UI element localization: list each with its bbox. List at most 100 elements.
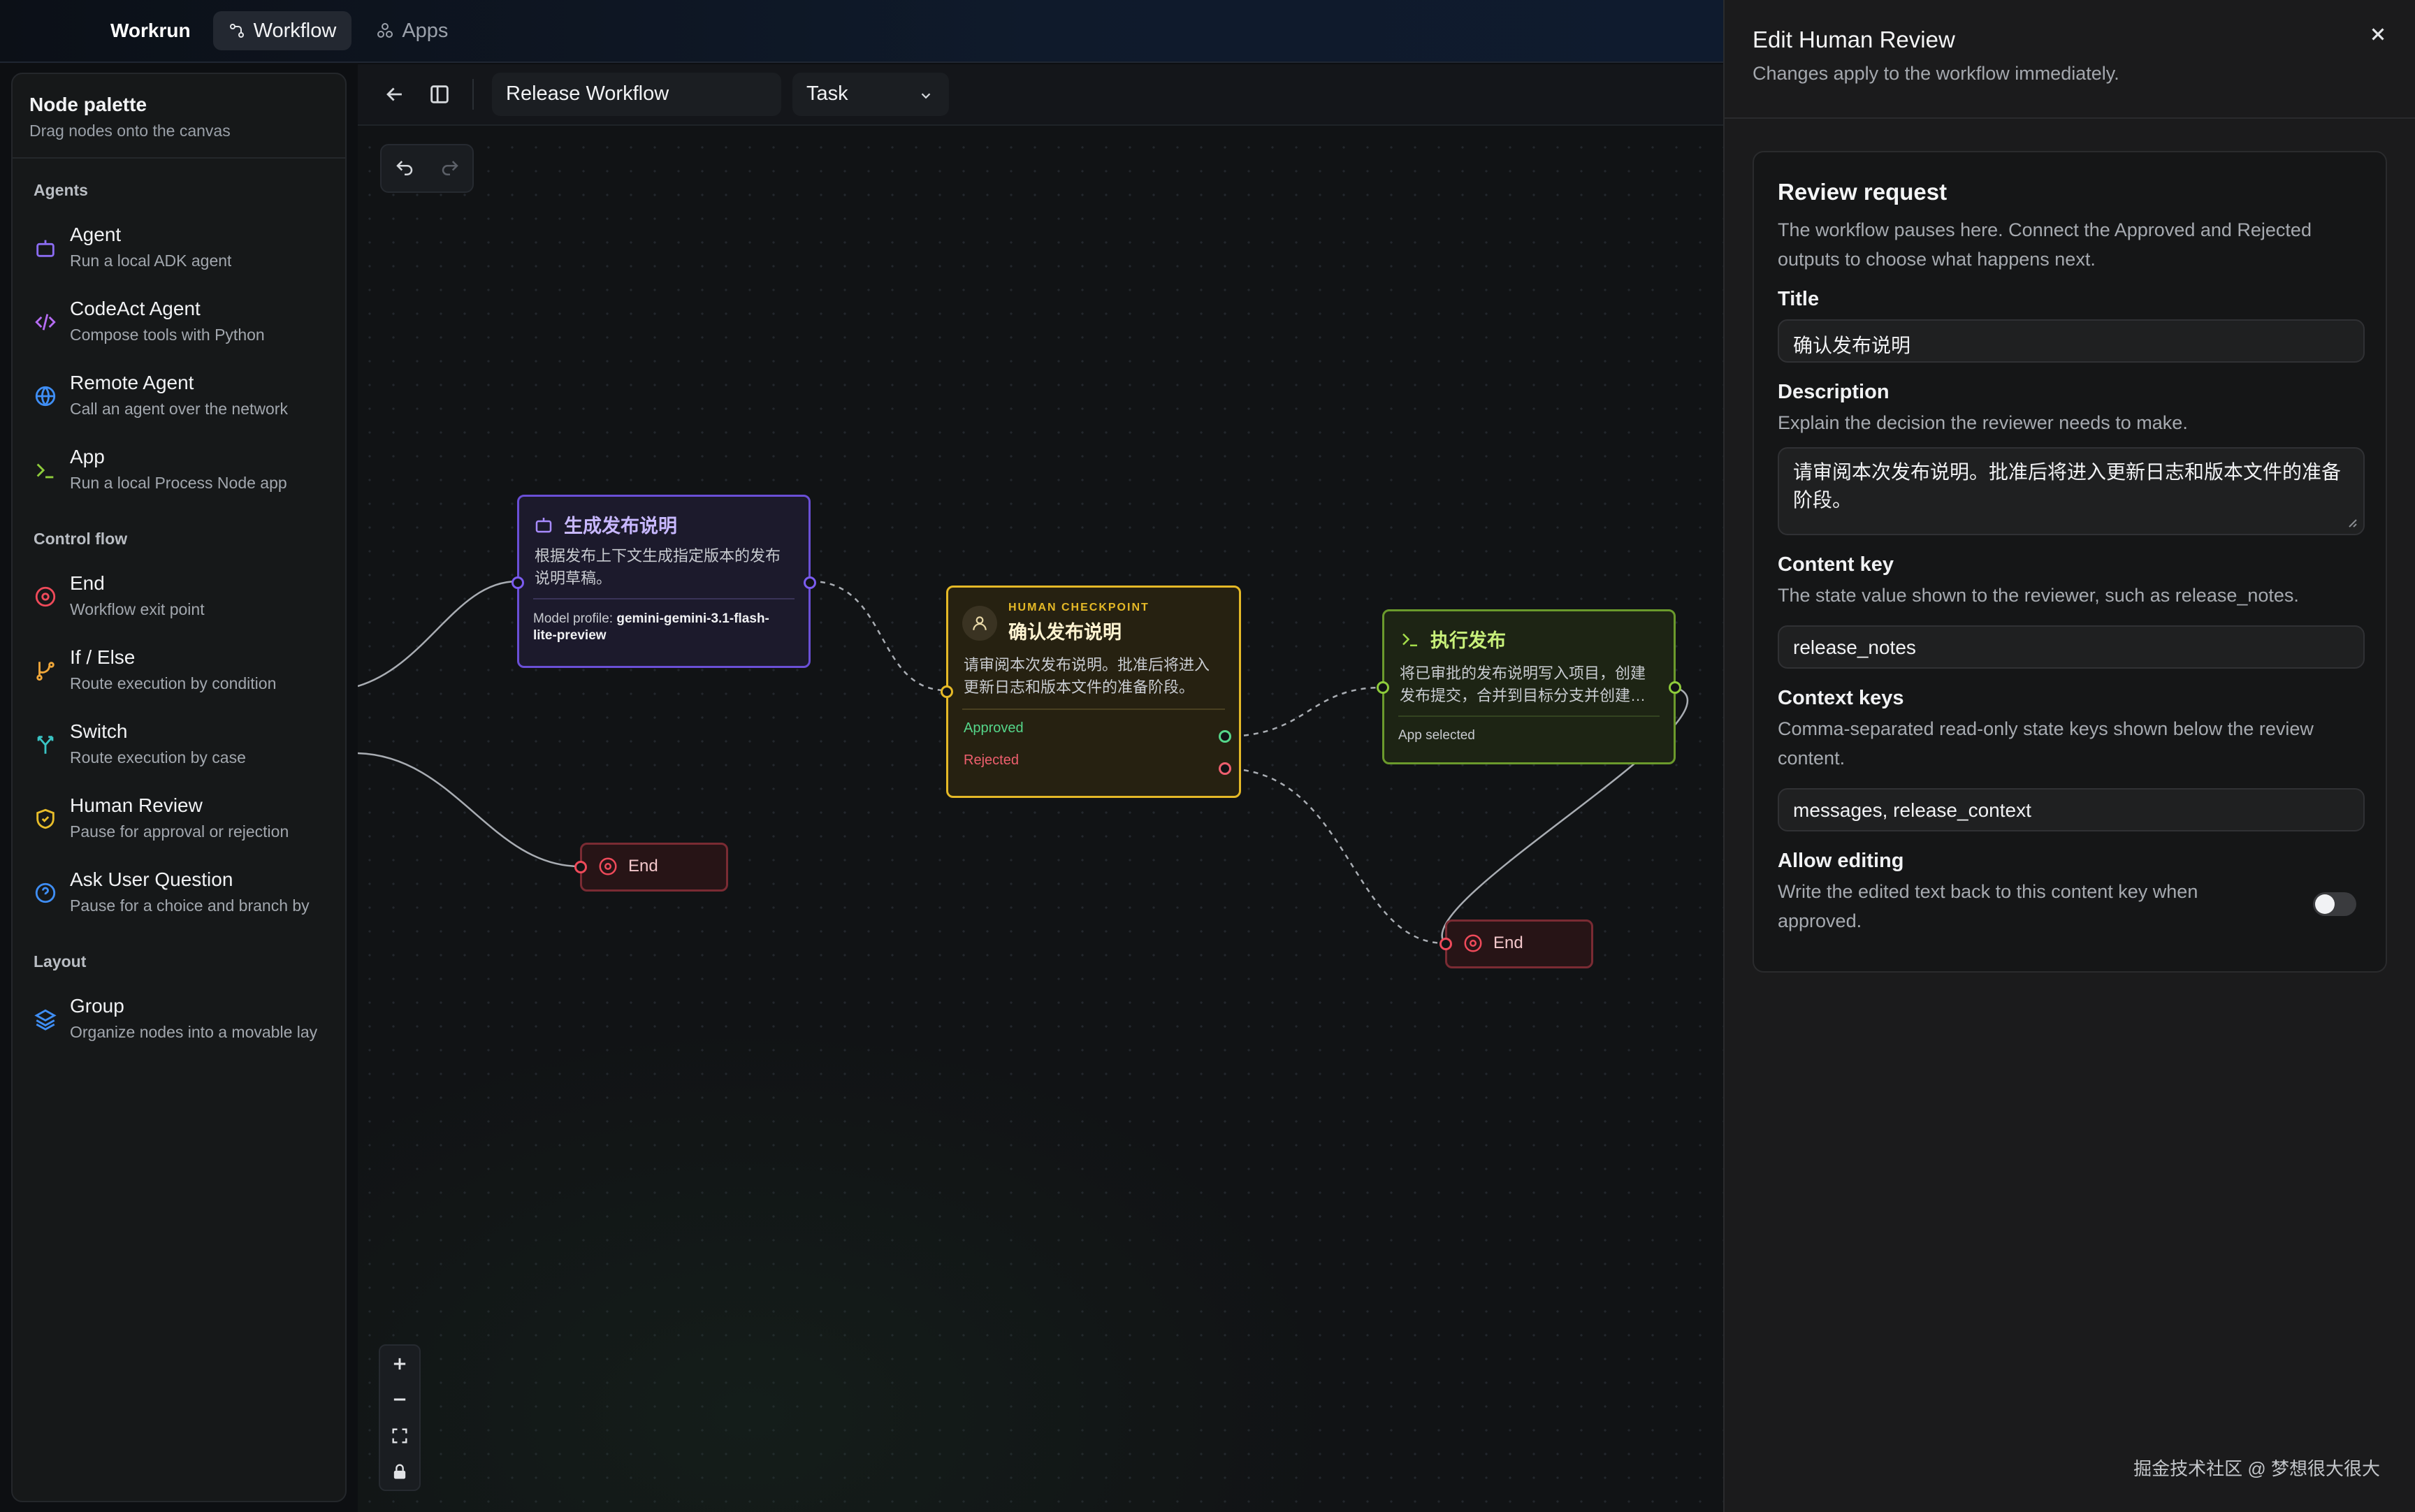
description-label: Description xyxy=(1778,381,1890,403)
palette-item-group[interactable]: Group Organize nodes into a movable lay xyxy=(13,982,345,1056)
zoom-in-icon[interactable] xyxy=(390,1354,409,1374)
code-icon xyxy=(35,314,56,330)
workflow-canvas[interactable]: Release Workflow Task 生成发布说明 根据发布上下文生成指定… xyxy=(358,64,1723,1512)
palette-item-switch[interactable]: Switch Route execution by case xyxy=(13,708,345,782)
rejected-output-label: Rejected xyxy=(964,753,1019,768)
model-profile-label: Model profile: xyxy=(533,611,614,626)
input-port[interactable] xyxy=(941,685,953,698)
palette-item-end[interactable]: End Workflow exit point xyxy=(13,560,345,634)
content-key-input[interactable]: release_notes xyxy=(1778,625,2365,669)
node-execute-release[interactable]: 执行发布 将已审批的发布说明写入项目，创建 发布提交，合并到目标分支并创建… A… xyxy=(1377,609,1681,764)
zoom-out-icon[interactable] xyxy=(390,1390,409,1409)
close-icon[interactable] xyxy=(2367,24,2388,45)
section-layout-label: Layout xyxy=(34,952,87,971)
rejected-port[interactable] xyxy=(1219,762,1231,775)
palette-item-ask-user-question[interactable]: Ask User Question Pause for a choice and … xyxy=(13,856,345,930)
title-label: Title xyxy=(1778,288,1820,310)
description-help: Explain the decision the reviewer needs … xyxy=(1778,412,2188,433)
palette-item-desc: Call an agent over the network xyxy=(70,400,288,418)
node-desc-line: 请审阅本次发布说明。批准后将进入 xyxy=(964,656,1210,674)
brand-name[interactable]: Workrun xyxy=(110,20,191,42)
approved-port[interactable] xyxy=(1219,730,1231,743)
description-textarea[interactable]: 请审阅本次发布说明。批准后将进入更新日志和版本文件的准备 阶段。 xyxy=(1778,447,2365,535)
palette-title: Node palette xyxy=(29,94,147,115)
palette-item-agent[interactable]: Agent Run a local ADK agent xyxy=(13,211,345,285)
input-port[interactable] xyxy=(574,861,587,873)
input-port[interactable] xyxy=(1439,938,1452,950)
edge-input-to-end xyxy=(358,752,581,868)
context-keys-help-line: content. xyxy=(1778,748,1845,769)
question-icon xyxy=(35,882,56,903)
node-desc-line: 发布提交，合并到目标分支并创建… xyxy=(1400,687,1646,704)
palette-item-codeact-agent[interactable]: CodeAct Agent Compose tools with Python xyxy=(13,285,345,359)
node-end-label: End xyxy=(1493,933,1523,952)
palette-item-name: Group xyxy=(70,995,124,1017)
node-palette: Node palette Drag nodes onto the canvas … xyxy=(11,73,347,1502)
lock-icon[interactable] xyxy=(390,1462,409,1481)
palette-item-desc: Run a local ADK agent xyxy=(70,252,232,270)
robot-icon xyxy=(535,517,552,532)
allow-editing-label: Allow editing xyxy=(1778,850,1904,872)
allow-editing-help-line: approved. xyxy=(1778,910,1862,931)
palette-item-name: Remote Agent xyxy=(70,372,194,393)
node-kicker: HUMAN CHECKPOINT xyxy=(1008,602,1150,613)
node-human-review[interactable]: HUMAN CHECKPOINT 确认发布说明 请审阅本次发布说明。批准后将进入… xyxy=(941,586,1241,798)
description-line: 请审阅本次发布说明。批准后将进入更新日志和版本文件的准备 xyxy=(1793,461,2342,483)
tab-apps-label: Apps xyxy=(402,19,449,42)
context-keys-help-line: Comma-separated read-only state keys sho… xyxy=(1778,718,2314,739)
resize-handle-icon[interactable] xyxy=(2345,516,2358,528)
palette-item-name: CodeAct Agent xyxy=(70,298,201,319)
context-keys-label: Context keys xyxy=(1778,687,1904,709)
palette-item-remote-agent[interactable]: Remote Agent Call an agent over the netwo… xyxy=(13,359,345,433)
panel-subtitle: Changes apply to the workflow immediatel… xyxy=(1753,63,2119,84)
card-title: Review request xyxy=(1778,179,1948,205)
palette-item-name: Ask User Question xyxy=(70,868,233,890)
palette-item-desc: Route execution by condition xyxy=(70,674,277,692)
node-end[interactable]: End xyxy=(1439,919,1593,968)
node-desc-line: 更新日志和版本文件的准备阶段。 xyxy=(964,678,1195,696)
node-end[interactable]: End xyxy=(574,843,728,892)
tab-apps[interactable]: Apps xyxy=(361,11,463,50)
edge-approved-to-exec xyxy=(1224,686,1383,738)
top-bar: Workrun Workflow Apps xyxy=(0,0,1723,63)
edge-rejected-to-end xyxy=(1224,767,1446,945)
node-generate-release-notes[interactable]: 生成发布说明 根据发布上下文生成指定版本的发布 说明草稿。 Model prof… xyxy=(512,495,816,668)
node-title: 执行发布 xyxy=(1430,630,1506,651)
allow-editing-toggle[interactable] xyxy=(2313,892,2356,916)
context-keys-help: Comma-separated read-only state keys sho… xyxy=(1778,714,2362,773)
section-control-flow-label: Control flow xyxy=(34,530,128,548)
output-port[interactable] xyxy=(804,576,816,589)
workflow-icon xyxy=(229,24,244,38)
content-key-help: The state value shown to the reviewer, s… xyxy=(1778,585,2299,606)
palette-item-name: End xyxy=(70,572,105,594)
branch-icon xyxy=(36,662,55,681)
output-port[interactable] xyxy=(1669,681,1681,694)
node-desc-line: 将已审批的发布说明写入项目，创建 xyxy=(1400,664,1646,682)
tab-workflow[interactable]: Workflow xyxy=(212,11,352,50)
title-input[interactable]: 确认发布说明 xyxy=(1778,319,2365,363)
palette-item-human-review[interactable]: Human Review Pause for approval or reject… xyxy=(13,782,345,856)
section-agents-label: Agents xyxy=(34,181,88,199)
palette-item-name: Agent xyxy=(70,224,122,245)
allow-editing-help-line: Write the edited text back to this conte… xyxy=(1778,881,2198,902)
zoom-controls xyxy=(379,1344,421,1491)
stop-circle-icon xyxy=(599,857,617,875)
edit-panel: Edit Human Review Changes apply to the w… xyxy=(1723,0,2415,1512)
palette-item-if-else[interactable]: If / Else Route execution by condition xyxy=(13,634,345,708)
card-intro-line: The workflow pauses here. Connect the Ap… xyxy=(1778,219,2312,240)
approved-output-label: Approved xyxy=(964,720,1024,736)
card-intro-line: outputs to choose what happens next. xyxy=(1778,249,2096,270)
terminal-icon xyxy=(1402,633,1417,646)
context-keys-input[interactable]: messages, release_context xyxy=(1778,788,2365,831)
content-key-label: Content key xyxy=(1778,553,1894,576)
watermark: 掘金技术社区 @ 梦想很大很大 xyxy=(2133,1458,2380,1479)
palette-item-desc: Pause for a choice and branch by xyxy=(70,896,310,915)
input-port[interactable] xyxy=(512,576,524,589)
layers-icon xyxy=(34,1009,57,1031)
palette-header: Node palette Drag nodes onto the canvas xyxy=(13,74,345,159)
fit-view-icon[interactable] xyxy=(390,1426,409,1446)
input-port[interactable] xyxy=(1377,681,1389,694)
node-footer: App selected xyxy=(1398,715,1660,743)
palette-item-desc: Run a local Process Node app xyxy=(70,474,287,492)
palette-item-app[interactable]: App Run a local Process Node app xyxy=(13,433,345,507)
